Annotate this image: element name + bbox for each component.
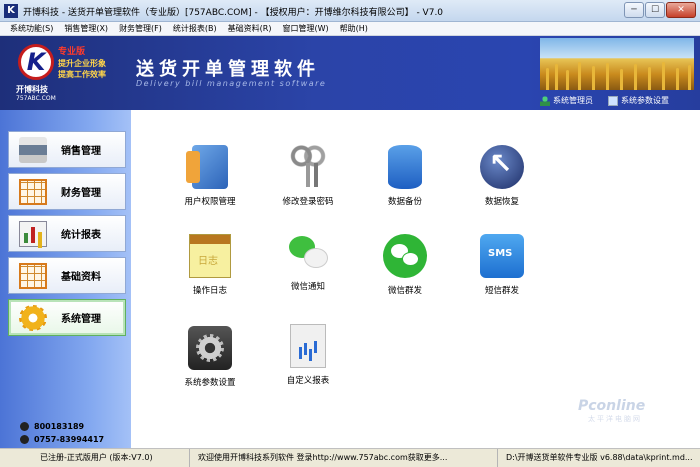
- grid-icon: [19, 262, 47, 289]
- tile-label: 系统参数设置: [184, 378, 236, 388]
- logo-url: 757ABC.COM: [16, 95, 56, 102]
- edition-label: 专业版: [58, 47, 86, 57]
- close-button[interactable]: ✕: [666, 2, 696, 18]
- log-icon: [189, 234, 231, 278]
- menu-window[interactable]: 窗口管理(W): [282, 22, 328, 35]
- menu-reports[interactable]: 统计报表(B): [173, 22, 217, 35]
- phone-icon: [20, 422, 29, 431]
- tile-label: 自定义报表: [286, 376, 330, 386]
- menu-basic-data[interactable]: 基础资料(R): [228, 22, 272, 35]
- menu-sales[interactable]: 销售管理(X): [64, 22, 108, 35]
- sidebar-item-system[interactable]: 系统管理: [8, 299, 126, 336]
- window-title: 开博科技 - 送货开单管理软件（专业版）[757ABC.COM] - 【授权用户…: [23, 8, 444, 18]
- tile-label: 短信群发: [484, 286, 519, 296]
- sidebar-item-reports[interactable]: 统计报表: [8, 215, 126, 252]
- tile-label: 用户权限管理: [184, 197, 236, 207]
- tile-label: 修改登录密码: [282, 197, 334, 207]
- hotline-2: 0757-83994417: [20, 435, 104, 444]
- app-icon: K: [4, 4, 18, 18]
- printer-icon: [19, 136, 47, 163]
- tile-custom-report[interactable]: 自定义报表: [263, 324, 353, 386]
- phone-icon: [20, 435, 29, 444]
- tile-data-restore[interactable]: 数据恢复: [457, 145, 547, 207]
- window-controls: ─ ☐ ✕: [624, 2, 696, 18]
- tile-label: 数据备份: [387, 197, 422, 207]
- monitor-icon: [608, 95, 618, 106]
- database-icon: [388, 145, 422, 189]
- wechat-group-icon: [383, 234, 427, 278]
- sidebar-item-sales[interactable]: 销售管理: [8, 131, 126, 168]
- user-bar: 系统管理员 系统参数设置: [540, 93, 700, 108]
- tile-wechat-notify[interactable]: 微信通知: [263, 230, 353, 292]
- tile-label: 操作日志: [192, 286, 227, 296]
- wheat-field-image: [540, 38, 694, 90]
- sidebar-item-finance[interactable]: 财务管理: [8, 173, 126, 210]
- tile-operation-log[interactable]: 操作日志: [165, 234, 255, 296]
- tile-user-permissions[interactable]: 用户权限管理: [165, 145, 255, 207]
- sidebar: 销售管理 财务管理 统计报表 基础资料 系统管理 800183189 0757-…: [0, 110, 131, 448]
- watermark-sub: 太平洋电脑网: [588, 415, 642, 423]
- sidebar-item-label: 统计报表: [61, 230, 101, 241]
- hotline-number: 800183189: [34, 422, 85, 431]
- hotline-1: 800183189: [20, 422, 84, 431]
- sidebar-item-label: 销售管理: [61, 146, 101, 157]
- status-bar: 已注册-正式版用户 (版本:V7.0) 欢迎使用开博科技系列软件 登录http:…: [0, 448, 700, 467]
- watermark: Pconline: [578, 398, 646, 414]
- title-bar: K 开博科技 - 送货开单管理软件（专业版）[757ABC.COM] - 【授权…: [0, 0, 700, 22]
- menu-system[interactable]: 系统功能(S): [10, 22, 53, 35]
- logo-company: 开博科技: [16, 85, 48, 94]
- hotline-number: 0757-83994417: [34, 435, 105, 444]
- sidebar-item-label: 财务管理: [61, 188, 101, 199]
- app-subtitle: Delivery bill management software: [136, 79, 327, 88]
- grid-icon: [19, 178, 47, 205]
- sidebar-item-label: 系统管理: [61, 314, 101, 325]
- sidebar-item-label: 基础资料: [61, 272, 101, 283]
- tile-label: 微信群发: [387, 286, 422, 296]
- status-registration: 已注册-正式版用户 (版本:V7.0): [0, 449, 190, 467]
- status-welcome: 欢迎使用开博科技系列软件 登录http://www.757abc.com获取更多…: [190, 449, 498, 467]
- status-path: D:\开博送货单软件专业版 v6.88\data\kprint.md...: [506, 453, 693, 462]
- menu-bar: 系统功能(S) 销售管理(X) 财务管理(F) 统计报表(B) 基础资料(R) …: [0, 22, 700, 36]
- minimize-button[interactable]: ─: [624, 2, 644, 18]
- slogan-line-1: 提升企业形象: [58, 59, 106, 68]
- users-icon: [186, 145, 228, 189]
- logo: K 专业版 提升企业形象 提高工作效率 开博科技 757ABC.COM: [4, 40, 130, 106]
- current-user-label[interactable]: 系统管理员: [553, 95, 593, 106]
- tile-system-settings[interactable]: 系统参数设置: [165, 326, 255, 388]
- user-icon: [540, 95, 550, 106]
- tile-data-backup[interactable]: 数据备份: [360, 145, 450, 207]
- system-settings-link[interactable]: 系统参数设置: [621, 95, 669, 106]
- tile-sms-broadcast[interactable]: 短信群发: [457, 234, 547, 296]
- app-title: 送货开单管理软件: [136, 59, 320, 80]
- report-icon: [290, 324, 326, 368]
- sms-icon: [480, 234, 524, 278]
- tile-label: 数据恢复: [484, 197, 519, 207]
- menu-help[interactable]: 帮助(H): [340, 22, 368, 35]
- maximize-button[interactable]: ☐: [645, 2, 665, 18]
- tile-change-password[interactable]: 修改登录密码: [263, 145, 353, 207]
- header-banner: K 专业版 提升企业形象 提高工作效率 开博科技 757ABC.COM 送货开单…: [0, 36, 700, 110]
- restore-arrow-icon: [480, 145, 524, 189]
- settings-gear-icon: [188, 326, 232, 370]
- tile-label: 微信通知: [290, 282, 325, 292]
- keys-icon: [286, 145, 330, 189]
- wechat-icon: [286, 230, 330, 274]
- menu-finance[interactable]: 财务管理(F): [119, 22, 162, 35]
- tile-wechat-broadcast[interactable]: 微信群发: [360, 234, 450, 296]
- gear-icon: [19, 304, 47, 331]
- logo-k-icon: K: [18, 44, 54, 80]
- sidebar-item-basic-data[interactable]: 基础资料: [8, 257, 126, 294]
- slogan-line-2: 提高工作效率: [58, 70, 106, 79]
- bar-chart-icon: [19, 220, 47, 247]
